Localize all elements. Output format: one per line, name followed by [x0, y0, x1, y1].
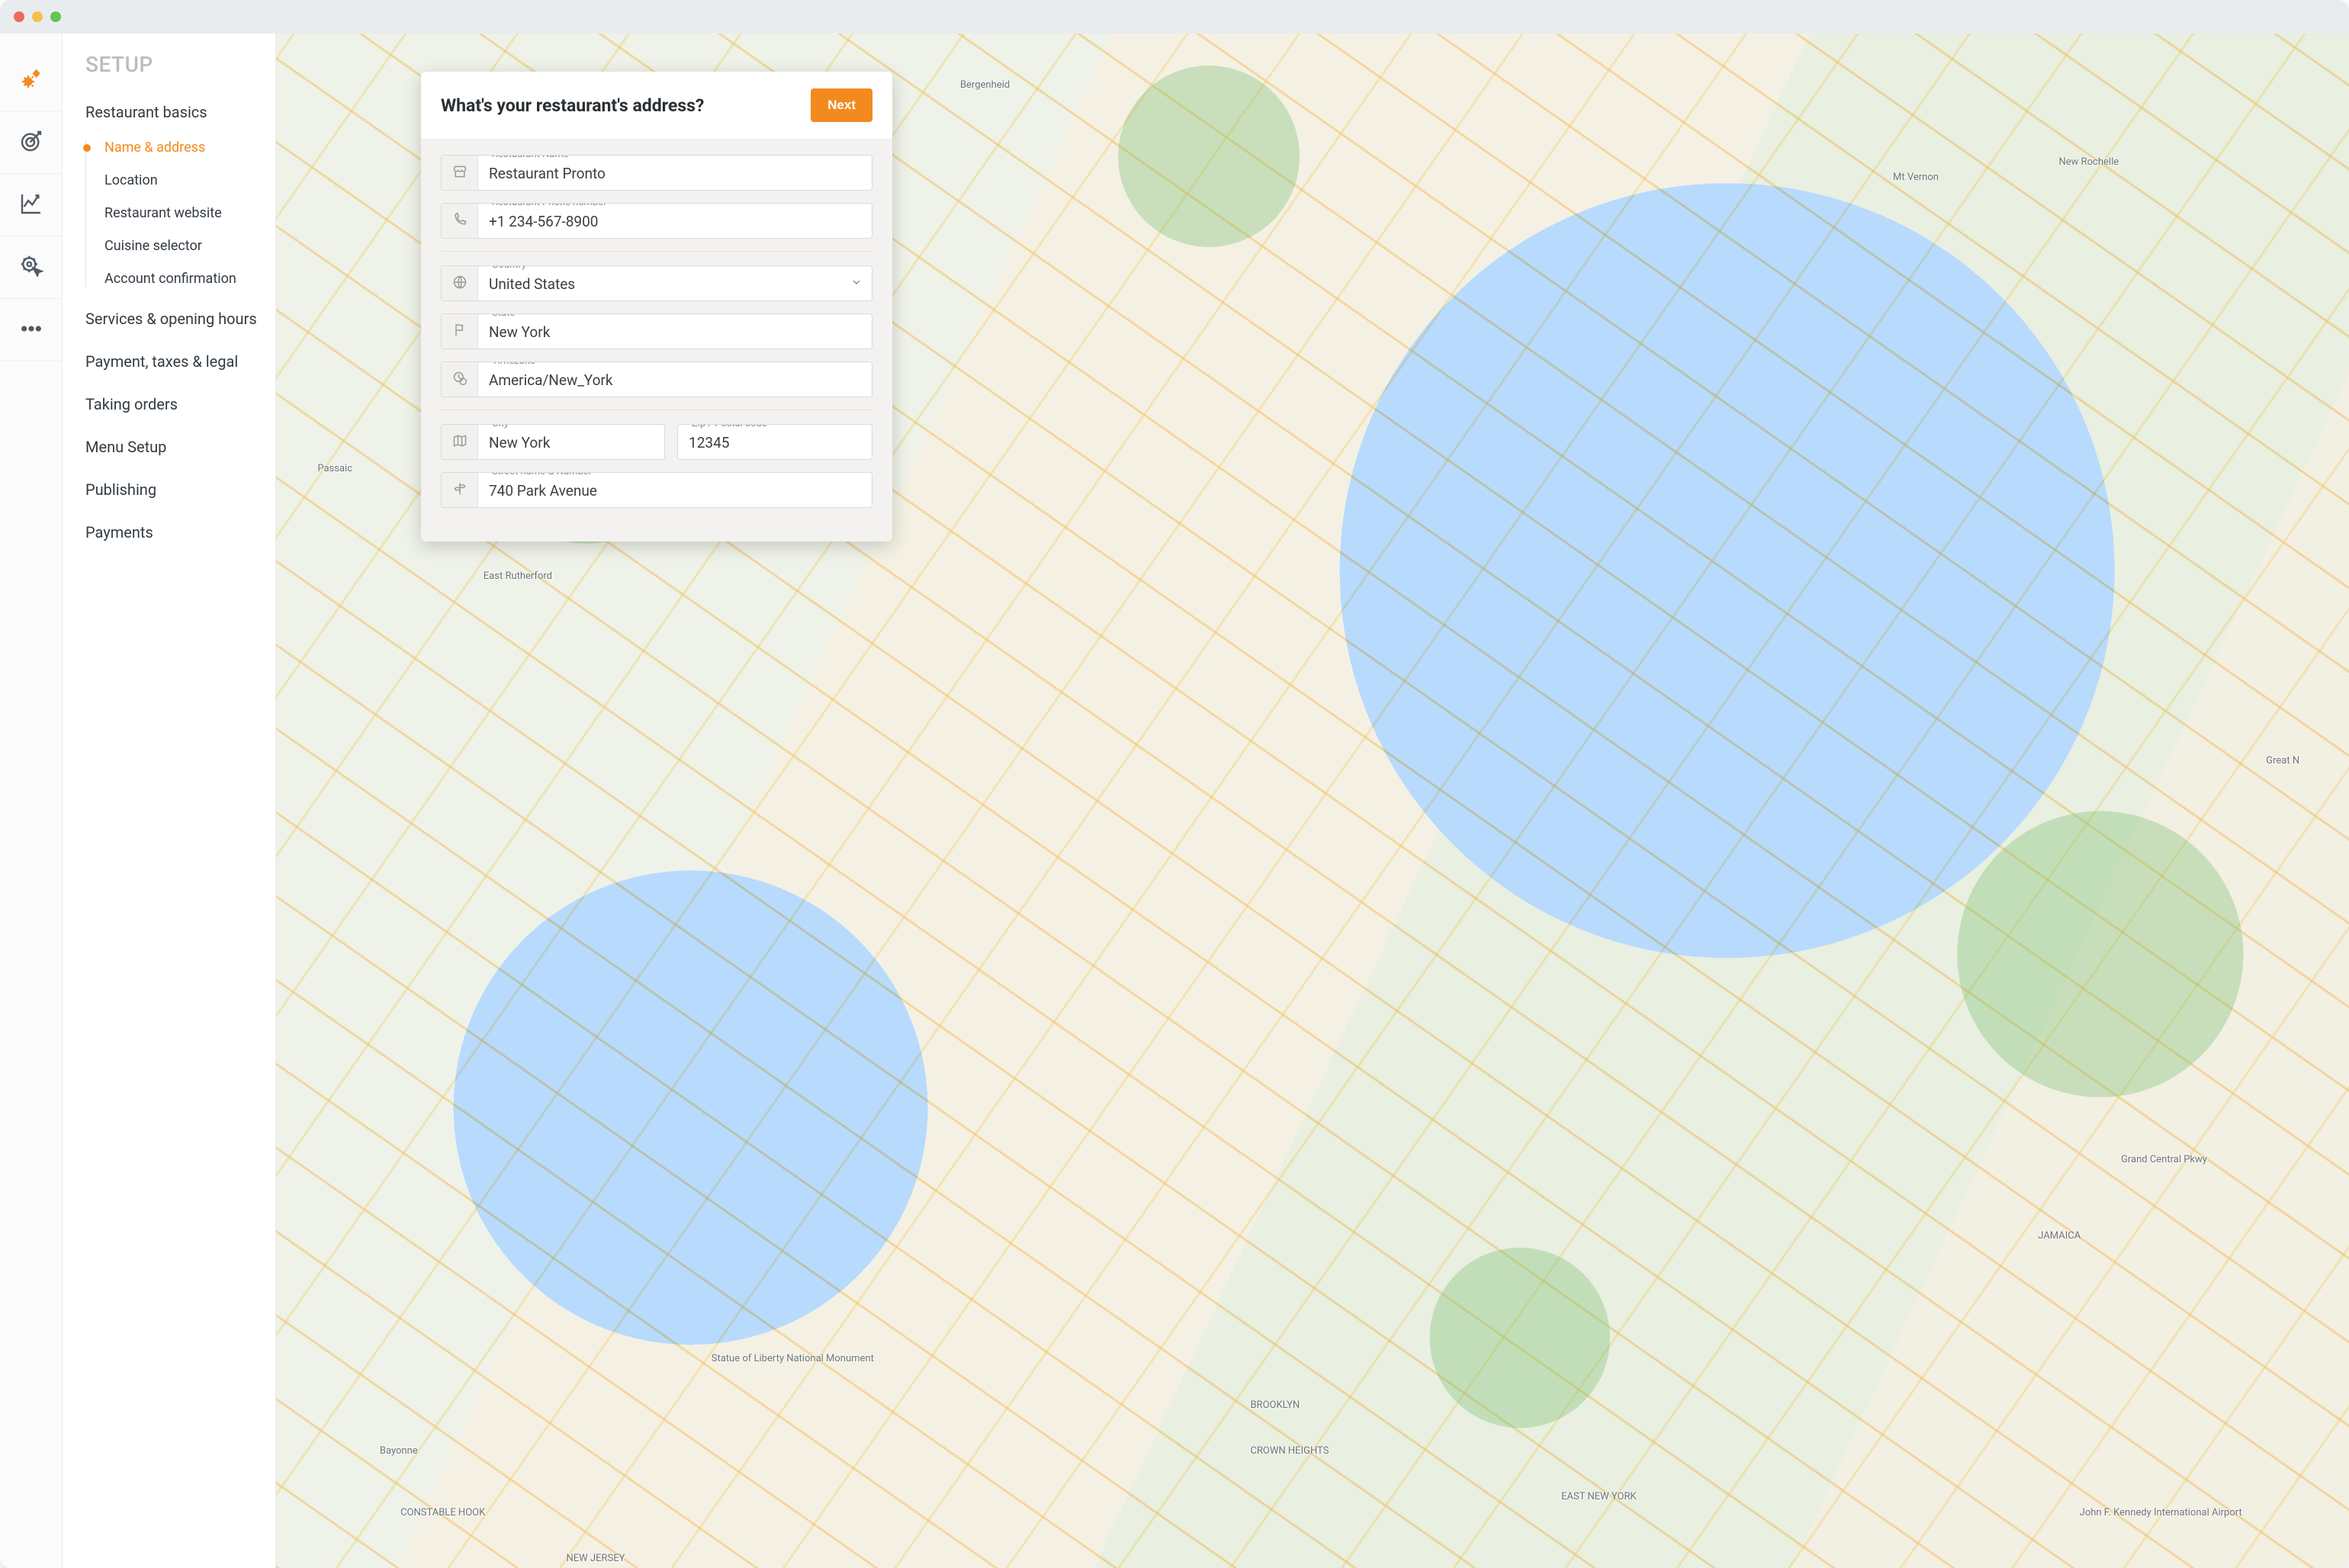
field-label: City * [487, 424, 520, 429]
sidebar-item-publishing[interactable]: Publishing [85, 480, 275, 499]
sidebar-sub-name-address[interactable]: Name & address [88, 140, 275, 156]
map-place-label: New Rochelle [2058, 156, 2119, 168]
field-value: 12345 [689, 431, 861, 451]
field-city[interactable]: City * New York [441, 424, 665, 460]
window-zoom-icon[interactable] [50, 11, 61, 22]
storefront-icon [452, 164, 468, 182]
map-place-label: East Rutherford [484, 570, 552, 582]
globe-icon [452, 275, 468, 293]
phone-icon [452, 212, 468, 230]
field-label: Zip / Postal code * [687, 424, 778, 429]
address-form-card: What's your restaurant's address? Next R… [421, 72, 892, 541]
map-place-label: Bergenheid [960, 79, 1010, 91]
sidebar-item-label: Publishing [85, 480, 156, 499]
sidebar: SETUP Restaurant basics Name & address L… [63, 34, 276, 1568]
field-label: Restaurant Name* [487, 155, 577, 160]
map-place-label: NEW JERSEY [567, 1553, 625, 1564]
map-place-label: Passaic [317, 463, 352, 474]
sidebar-item-menu-setup[interactable]: Menu Setup [85, 438, 275, 456]
map-place-label: John F. Kennedy International Airport [2080, 1507, 2242, 1518]
sidebar-item-taking-orders[interactable]: Taking orders [85, 395, 275, 413]
map-place-label: Great N [2266, 755, 2299, 766]
icon-rail [0, 34, 63, 1568]
sidebar-item-label: Restaurant website [104, 205, 222, 221]
field-state[interactable]: State * New York [441, 313, 872, 349]
field-country[interactable]: Country* United States [441, 265, 872, 301]
form-header: What's your restaurant's address? Next [421, 72, 892, 140]
rail-setup[interactable] [0, 49, 63, 111]
rail-analytics[interactable] [0, 174, 63, 236]
form-divider [441, 251, 872, 252]
field-value: Restaurant Pronto [489, 162, 861, 182]
map-place-label: Grand Central Pkwy [2121, 1154, 2207, 1165]
sidebar-sub-website[interactable]: Restaurant website [88, 205, 275, 221]
field-value: 740 Park Avenue [489, 479, 861, 500]
content-area: Mt Vernon New Rochelle East Rutherford Pass… [276, 34, 2349, 1568]
signpost-icon [452, 481, 468, 500]
sidebar-item-label: Location [104, 172, 158, 188]
field-value: New York [489, 320, 861, 341]
map-place-label: Bayonne [380, 1445, 418, 1457]
field-label: Timezone [487, 361, 540, 367]
map-place-label: CROWN HEIGHTS [1250, 1445, 1329, 1457]
sidebar-item-label: Menu Setup [85, 438, 166, 456]
chart-line-icon [19, 191, 43, 219]
form-body: Restaurant Name* Restaurant Pronto Resta… [421, 140, 892, 541]
map-place-label: BROOKLYN [1250, 1399, 1300, 1411]
field-restaurant-name[interactable]: Restaurant Name* Restaurant Pronto [441, 155, 872, 191]
gear-cursor-icon [19, 254, 43, 281]
window-titlebar [0, 0, 2349, 34]
target-icon [19, 129, 43, 156]
window-minimize-icon[interactable] [32, 11, 43, 22]
field-value: New York [489, 431, 654, 451]
map-place-label: CONSTABLE HOOK [400, 1507, 485, 1518]
rail-goals[interactable] [0, 111, 63, 174]
sidebar-item-payment-taxes[interactable]: Payment, taxes & legal [85, 352, 275, 371]
sidebar-sub-location[interactable]: Location [88, 172, 275, 188]
field-phone[interactable]: Restaurant Phone number * +1 234-567-890… [441, 203, 872, 239]
sidebar-subnav: Name & address Location Restaurant websi… [85, 140, 275, 287]
map-place-label: JAMAICA [2038, 1230, 2081, 1242]
sidebar-item-label: Services & opening hours [85, 310, 257, 328]
sidebar-section-restaurant-basics[interactable]: Restaurant basics [85, 103, 275, 121]
field-value: United States [489, 272, 831, 293]
form-title: What's your restaurant's address? [441, 95, 704, 116]
sidebar-item-label: Name & address [104, 140, 205, 156]
field-timezone[interactable]: Timezone America/New_York [441, 361, 872, 397]
sidebar-item-services[interactable]: Services & opening hours [85, 310, 275, 328]
sidebar-item-label: Payment, taxes & legal [85, 352, 238, 371]
field-value: +1 234-567-8900 [489, 210, 861, 230]
gears-icon [19, 66, 43, 94]
rail-more[interactable] [0, 299, 63, 361]
field-label: State * [487, 313, 526, 319]
field-label: Country* [487, 265, 535, 271]
rail-automation[interactable] [0, 236, 63, 299]
sidebar-item-label: Account confirmation [104, 271, 236, 287]
map-place-label: Mt Vernon [1893, 172, 1939, 183]
ellipsis-icon [19, 316, 43, 344]
field-value: America/New_York [489, 368, 861, 389]
field-label: Street name & Number * [487, 472, 603, 477]
sidebar-item-label: Cuisine selector [104, 238, 202, 254]
sidebar-sub-account-confirmation[interactable]: Account confirmation [88, 271, 275, 287]
clock-globe-icon [452, 371, 468, 389]
map-icon [452, 433, 468, 451]
field-street[interactable]: Street name & Number * 740 Park Avenue [441, 472, 872, 508]
window-close-icon[interactable] [14, 11, 24, 22]
chevron-down-icon [850, 276, 863, 291]
field-label: Restaurant Phone number * [487, 203, 618, 208]
sidebar-item-label: Taking orders [85, 395, 178, 413]
sidebar-item-payments[interactable]: Payments [85, 523, 275, 541]
app-body: SETUP Restaurant basics Name & address L… [0, 34, 2349, 1568]
sidebar-sub-cuisine[interactable]: Cuisine selector [88, 238, 275, 254]
app-window: SETUP Restaurant basics Name & address L… [0, 0, 2349, 1568]
map-place-label: Statue of Liberty National Monument [712, 1353, 874, 1364]
field-zip[interactable]: Zip / Postal code * 12345 [677, 424, 872, 460]
sidebar-item-label: Payments [85, 523, 153, 541]
flag-icon [452, 323, 468, 341]
sidebar-title: SETUP [85, 52, 275, 77]
next-button[interactable]: Next [811, 88, 872, 122]
map-place-label: EAST NEW YORK [1561, 1491, 1636, 1502]
